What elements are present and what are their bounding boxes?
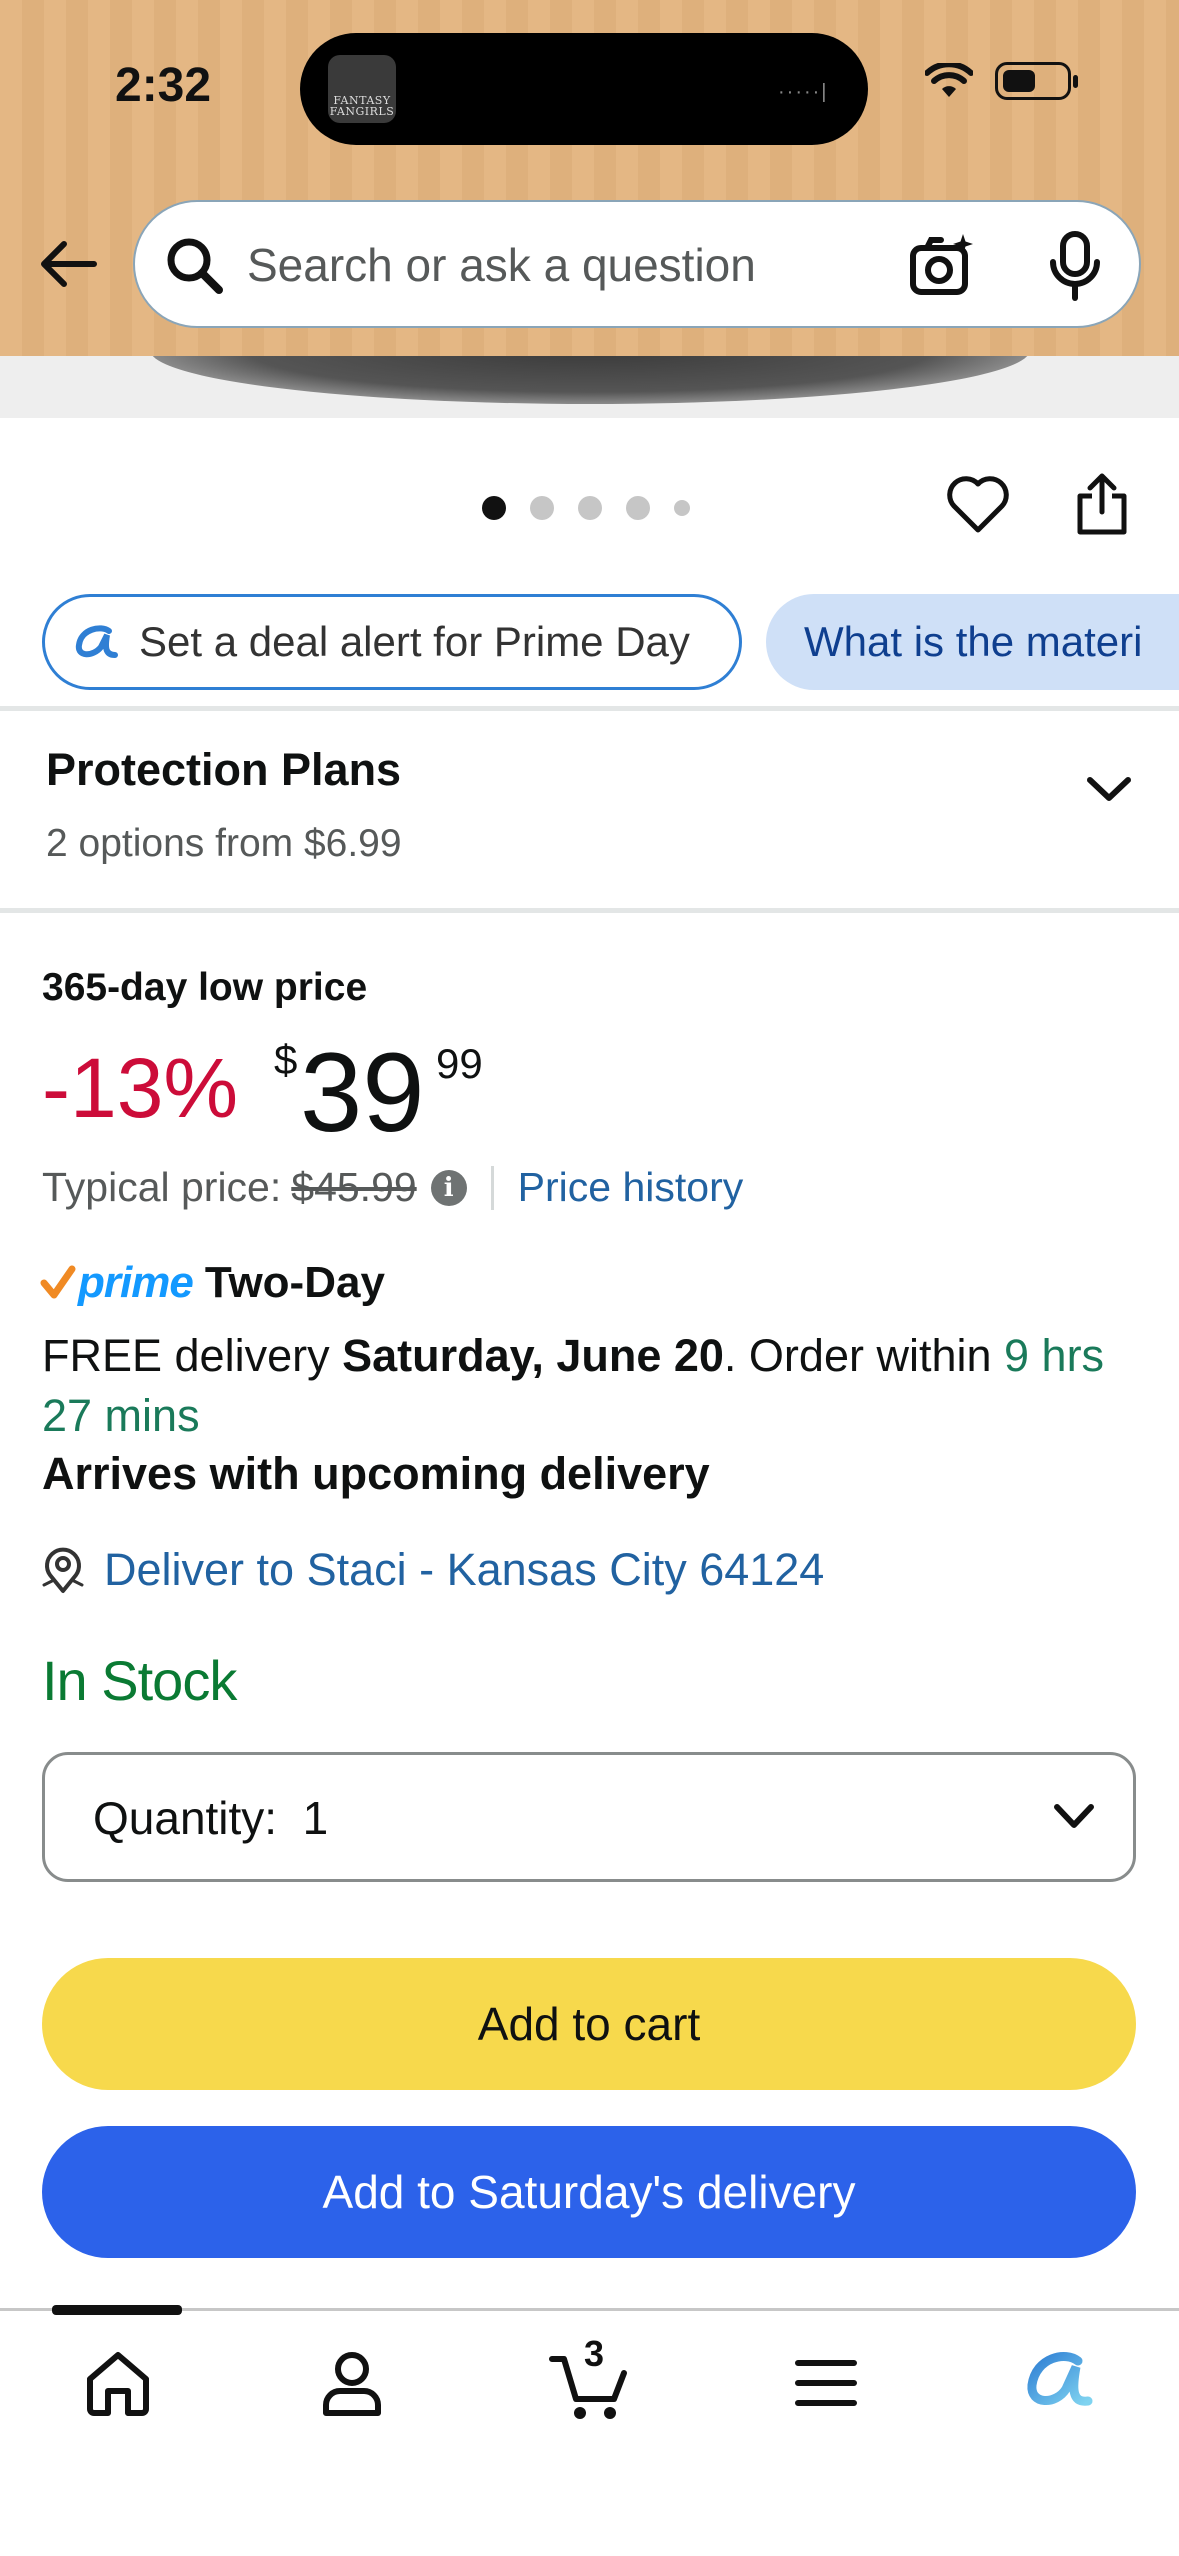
island-app-logo: FANTASY FANGIRLS bbox=[328, 55, 396, 123]
protection-plans-title[interactable]: Protection Plans bbox=[46, 744, 401, 796]
share-icon[interactable] bbox=[1072, 470, 1132, 538]
rufus-icon[interactable] bbox=[1022, 2347, 1094, 2419]
prime-logo-text: prime bbox=[78, 1258, 194, 1307]
prime-speed: Two-Day bbox=[204, 1258, 385, 1307]
stock-status: In Stock bbox=[42, 1649, 237, 1712]
deal-badge-label: 365-day low price bbox=[42, 966, 368, 1009]
wifi-icon bbox=[925, 63, 973, 97]
active-tab-indicator bbox=[52, 2305, 182, 2315]
quantity-selector[interactable]: Quantity: 1 bbox=[42, 1752, 1136, 1882]
deliver-to-row[interactable]: Deliver to Staci - Kansas City 64124 bbox=[40, 1544, 824, 1596]
carousel-dot bbox=[626, 496, 650, 520]
prime-badge: prime Two-Day bbox=[40, 1258, 385, 1308]
cart-icon[interactable] bbox=[548, 2351, 630, 2423]
add-to-delivery-button[interactable]: Add to Saturday's delivery bbox=[42, 2126, 1136, 2258]
deal-alert-label: Set a deal alert for Prime Day bbox=[139, 618, 690, 665]
protection-plans-subtitle: 2 options from $6.99 bbox=[46, 822, 402, 865]
search-icon bbox=[167, 238, 223, 294]
camera-search-icon[interactable] bbox=[907, 230, 979, 302]
carousel-dot bbox=[530, 496, 554, 520]
image-carousel-indicator bbox=[482, 496, 690, 520]
account-icon[interactable] bbox=[316, 2347, 388, 2419]
home-icon[interactable] bbox=[82, 2347, 154, 2419]
typical-price-label: Typical price: bbox=[42, 1164, 282, 1210]
chevron-down-icon[interactable] bbox=[1084, 770, 1134, 810]
carousel-dot bbox=[578, 496, 602, 520]
typical-price-value: $45.99 bbox=[291, 1164, 417, 1210]
quantity-value: 1 bbox=[302, 1792, 329, 1844]
price-whole: 39 bbox=[300, 1030, 425, 1155]
price-currency: $ bbox=[274, 1036, 298, 1083]
suggested-question-chip[interactable]: What is the materi bbox=[766, 594, 1179, 690]
heart-icon[interactable] bbox=[946, 474, 1010, 534]
quantity-display: Quantity: 1 bbox=[93, 1791, 328, 1845]
suggested-question-label: What is the materi bbox=[804, 618, 1143, 665]
typical-price-row: Typical price: $45.99 i Price history bbox=[42, 1164, 743, 1211]
chevron-down-icon bbox=[1054, 1804, 1094, 1828]
back-arrow-icon[interactable] bbox=[36, 232, 100, 296]
battery-icon bbox=[995, 62, 1078, 100]
discount-percent: -13% bbox=[42, 1041, 239, 1135]
dynamic-island: FANTASY FANGIRLS ·····| bbox=[300, 33, 868, 145]
divider bbox=[0, 908, 1179, 913]
microphone-icon[interactable] bbox=[1047, 230, 1103, 302]
status-icons bbox=[925, 62, 1078, 100]
quantity-label: Quantity: bbox=[93, 1792, 278, 1844]
location-pin-icon bbox=[42, 1547, 84, 1593]
delivery-date: Saturday, June 20 bbox=[342, 1330, 724, 1381]
prime-check-icon bbox=[40, 1265, 76, 1299]
free-delivery-text: FREE delivery bbox=[42, 1330, 343, 1381]
deal-alert-chip[interactable]: Set a deal alert for Prime Day bbox=[42, 594, 742, 690]
info-icon[interactable]: i bbox=[430, 1169, 467, 1206]
status-time: 2:32 bbox=[115, 59, 212, 112]
search-bar[interactable] bbox=[133, 200, 1141, 328]
divider bbox=[0, 706, 1179, 711]
arrives-with-upcoming: Arrives with upcoming delivery bbox=[42, 1448, 710, 1499]
menu-icon[interactable] bbox=[790, 2347, 862, 2419]
search-input[interactable] bbox=[247, 232, 887, 298]
price-fraction: 99 bbox=[436, 1040, 483, 1087]
rufus-icon bbox=[75, 625, 118, 658]
carousel-dot bbox=[674, 500, 690, 516]
header: 2:32 FANTASY FANGIRLS ·····| bbox=[0, 0, 1179, 356]
island-activity-indicator: ·····| bbox=[778, 81, 829, 103]
product-image[interactable] bbox=[0, 356, 1179, 418]
add-to-cart-button[interactable]: Add to cart bbox=[42, 1958, 1136, 2090]
price-history-link[interactable]: Price history bbox=[518, 1164, 744, 1211]
carousel-dot bbox=[482, 496, 506, 520]
deliver-to-address[interactable]: Deliver to Staci - Kansas City 64124 bbox=[104, 1544, 824, 1596]
separator bbox=[490, 1165, 494, 1210]
delivery-message: FREE delivery Saturday, June 20. Order w… bbox=[42, 1326, 1152, 1446]
order-within-text: . Order within bbox=[723, 1330, 1005, 1381]
bottom-navigation: 3 bbox=[0, 2305, 1179, 2556]
